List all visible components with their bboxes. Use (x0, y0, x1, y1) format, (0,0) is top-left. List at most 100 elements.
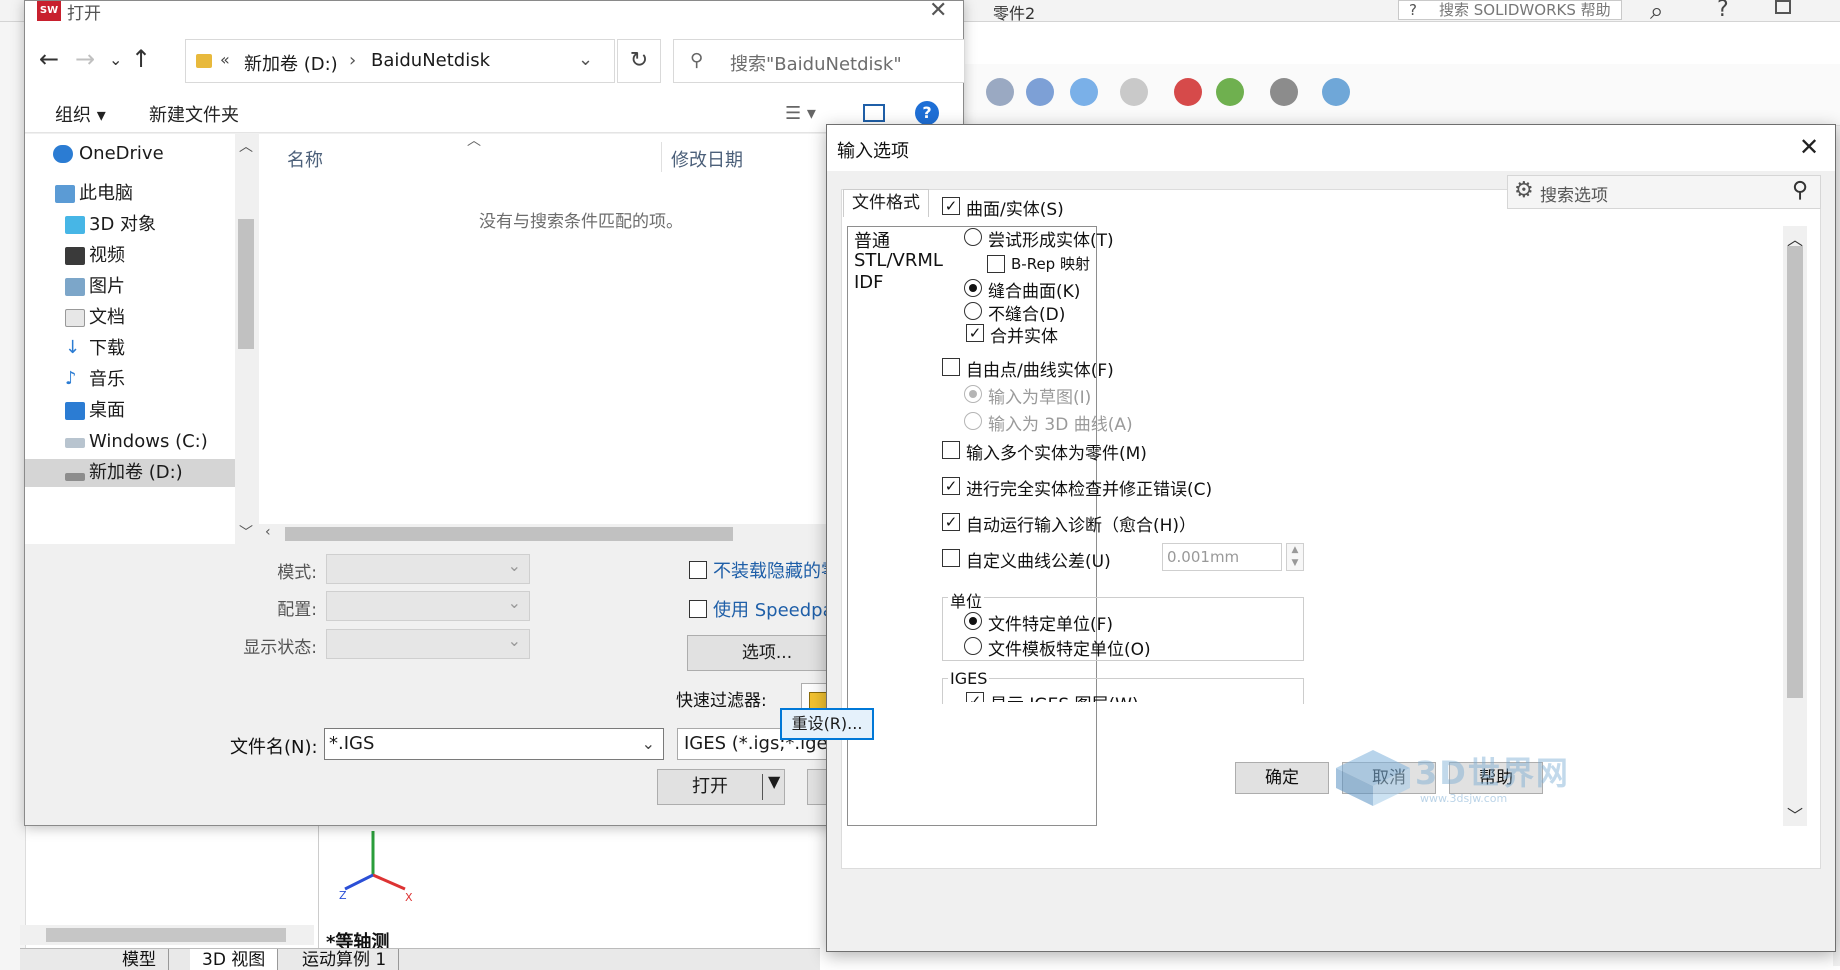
close-icon[interactable]: ✕ (929, 0, 947, 23)
refresh-icon: ↻ (629, 48, 649, 73)
nav-item-downloads[interactable]: ↓ 下载 (25, 335, 235, 363)
scroll-down-icon[interactable]: ﹀ (239, 522, 253, 542)
list-item-stl-vrml[interactable]: STL/VRML (854, 250, 943, 271)
forward-arrow-icon[interactable]: → (75, 45, 95, 73)
checkbox-checked[interactable]: ✓ (966, 324, 984, 342)
mode-select[interactable] (326, 554, 530, 584)
options-search-input[interactable]: ⚙ 搜索选项 ⚲ (1507, 175, 1821, 209)
gear-icon: ⚙ (1514, 178, 1534, 203)
nav-item-desktop[interactable]: 桌面 (25, 397, 235, 425)
folder-search-input[interactable]: ⚲ 搜索"BaiduNetdisk" (673, 39, 965, 83)
radio-unchecked[interactable] (964, 228, 982, 246)
view-options-icon[interactable]: ☰ ▾ (785, 103, 816, 124)
nav-item-music[interactable]: ♪ 音乐 (25, 366, 235, 394)
nav-pane-scrollbar[interactable]: ︿ ﹀ (235, 134, 257, 544)
checkbox-unchecked[interactable] (942, 358, 960, 376)
nav-item-documents[interactable]: 文档 (25, 304, 235, 332)
hide-components-checkbox[interactable] (689, 561, 707, 579)
open-button[interactable]: 打开 ▼ (657, 769, 785, 805)
radio-checked[interactable] (964, 612, 982, 630)
options-scrollbar[interactable]: ︿ ﹀ (1783, 226, 1807, 826)
nav-item-3d-objects[interactable]: 3D 对象 (25, 211, 235, 239)
hide-show-icon[interactable] (1120, 78, 1148, 106)
checkbox-unchecked[interactable] (987, 255, 1005, 273)
column-header-name[interactable]: 名称 (287, 146, 323, 172)
nav-item-drive-c[interactable]: Windows (C:) (25, 428, 235, 456)
tab-motion-study[interactable]: 运动算例 1 (290, 949, 400, 970)
nav-item-this-pc[interactable]: 此电脑 (25, 180, 235, 208)
chevron-down-icon[interactable]: ⌄ (578, 49, 593, 70)
nav-item-videos[interactable]: 视频 (25, 242, 235, 270)
breadcrumb-drive-d[interactable]: 新加卷 (D:) (244, 50, 338, 76)
checkbox-checked[interactable]: ✓ (942, 513, 960, 531)
address-bar[interactable]: « 新加卷 (D:) › BaiduNetdisk ⌄ (185, 39, 615, 83)
appearance-icon[interactable] (1174, 78, 1202, 106)
new-folder-button[interactable]: 新建文件夹 (149, 101, 239, 127)
dropdown-arrow-icon[interactable]: ▼ (768, 772, 780, 791)
reset-button[interactable]: 重设(R)... (780, 708, 874, 740)
tab-file-format[interactable]: 文件格式 (843, 189, 929, 217)
question-icon[interactable]: ? (1717, 0, 1729, 22)
nav-item-onedrive[interactable]: OneDrive (25, 140, 235, 168)
help-search-input[interactable]: ? 搜索 SOLIDWORKS 帮助 (1398, 0, 1622, 20)
up-arrow-icon[interactable]: ↑ (131, 45, 151, 73)
documents-icon (65, 309, 85, 327)
checkbox-unchecked[interactable] (942, 441, 960, 459)
filename-input[interactable]: *.IGS ⌄ (324, 728, 664, 760)
scroll-up-icon[interactable]: ︿ (239, 136, 253, 156)
recent-locations-chevron-icon[interactable]: ⌄ (109, 50, 122, 69)
display-state-select[interactable] (326, 629, 530, 659)
tab-3d-view[interactable]: 3D 视图 (190, 949, 279, 970)
organize-button[interactable]: 组织 ▾ (55, 101, 106, 127)
breadcrumb-baidunetdisk[interactable]: BaiduNetdisk (371, 50, 490, 71)
checkbox-unchecked[interactable] (942, 549, 960, 567)
list-item-idf[interactable]: IDF (854, 272, 884, 293)
tab-model[interactable]: 模型 (110, 949, 169, 970)
chevron-down-icon[interactable]: ⌄ (642, 729, 655, 759)
config-select[interactable] (326, 591, 530, 621)
close-icon[interactable]: ✕ (1799, 133, 1819, 161)
column-header-modified[interactable]: 修改日期 (671, 146, 743, 172)
quick-filter-label: 快速过滤器: (676, 691, 767, 711)
nav-item-pictures[interactable]: 图片 (25, 273, 235, 301)
nav-item-label: 文档 (89, 307, 125, 328)
speedpak-checkbox[interactable] (689, 600, 707, 618)
scroll-left-icon[interactable]: ‹ (265, 524, 271, 540)
scroll-down-icon[interactable]: ﹀ (1787, 802, 1803, 826)
auto-diagnostics-label: 自动运行输入诊断（愈合(H)） (966, 516, 1197, 536)
open-dialog-titlebar: SW 打开 ✕ (25, 0, 963, 24)
back-arrow-icon[interactable]: ← (39, 45, 59, 73)
display-style-icon[interactable] (1070, 78, 1098, 106)
checkbox-checked[interactable]: ✓ (966, 692, 984, 702)
radio-disabled-checked[interactable] (964, 385, 982, 403)
knit-surfaces-label: 缝合曲面(K) (988, 282, 1081, 302)
radio-checked[interactable] (964, 279, 982, 297)
section-view-icon[interactable] (986, 78, 1014, 106)
view-settings-icon[interactable] (1270, 78, 1298, 106)
search-icon[interactable]: ⌕ (1650, 0, 1663, 25)
help-icon[interactable]: ? (915, 101, 939, 125)
open-button-label: 打开 (692, 776, 728, 797)
restore-window-icon[interactable] (1775, 0, 1791, 14)
tree-scrollbar[interactable] (20, 925, 314, 945)
checkbox-checked[interactable]: ✓ (942, 197, 960, 215)
tolerance-spinner[interactable]: ▲ ▼ (1286, 543, 1304, 571)
radio-unchecked[interactable] (964, 302, 982, 320)
radio-disabled[interactable] (964, 412, 982, 430)
checkbox-checked[interactable]: ✓ (942, 477, 960, 495)
address-overflow[interactable]: « (220, 50, 230, 69)
units-group-title: 单位 (948, 588, 985, 612)
nav-item-drive-d[interactable]: 新加卷 (D:) (25, 459, 235, 487)
radio-unchecked[interactable] (964, 637, 982, 655)
column-divider[interactable] (661, 142, 662, 172)
realview-icon[interactable] (1322, 78, 1350, 106)
solidworks-logo-icon: SW (37, 1, 61, 21)
view-orientation-icon[interactable] (1026, 78, 1054, 106)
tolerance-input[interactable]: 0.001mm (1162, 543, 1282, 571)
scene-icon[interactable] (1216, 78, 1244, 106)
refresh-button[interactable]: ↻ (617, 39, 661, 83)
ok-button[interactable]: 确定 (1235, 762, 1329, 794)
preview-pane-icon[interactable] (863, 104, 885, 122)
options-button[interactable]: 选项... (687, 635, 847, 671)
search-icon[interactable]: ⚲ (1792, 178, 1808, 203)
